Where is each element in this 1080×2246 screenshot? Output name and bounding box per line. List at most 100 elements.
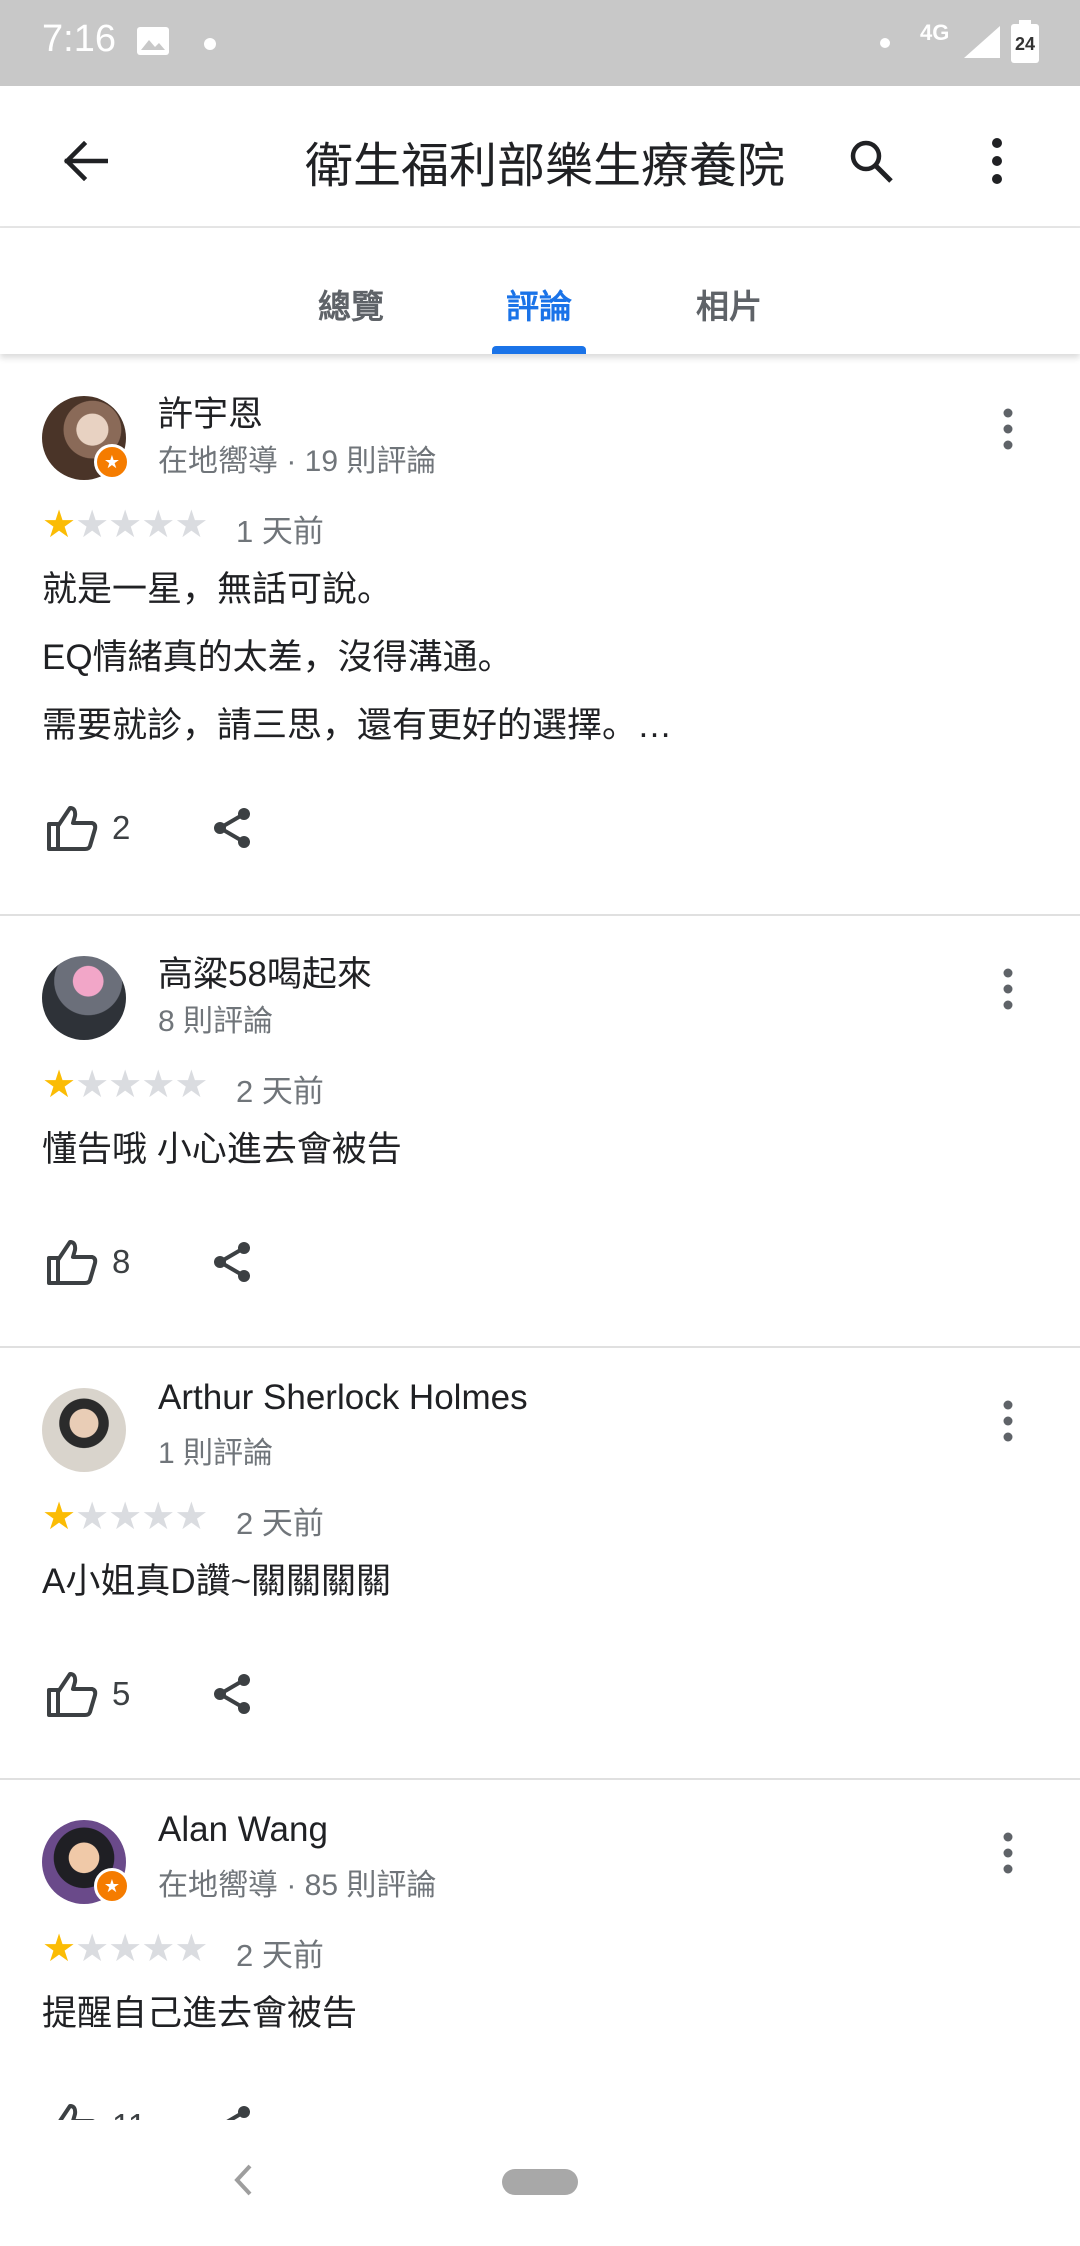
star-empty-icon: ★: [174, 504, 209, 546]
like-button[interactable]: 2: [46, 798, 130, 858]
thumb-up-icon: [49, 2104, 95, 2120]
more-vert-icon: [992, 138, 1002, 184]
reviewer-name[interactable]: Alan Wang: [158, 1810, 328, 1850]
local-guide-badge-icon: ★: [94, 1868, 130, 1904]
review-text-line: 就是一星，無話可說。: [42, 570, 393, 609]
star-empty-icon: ★: [141, 1496, 176, 1538]
review-text[interactable]: 懂告哦 小心進去會被告: [42, 1116, 402, 1184]
more-vert-icon: [1003, 1400, 1013, 1442]
tab-bar: 總覽 評論 相片: [0, 228, 1080, 354]
tab-reviews[interactable]: 評論: [506, 280, 572, 328]
review-card: ★ Alan Wang 在地嚮導 · 85 則評論 ★ ★ ★ ★ ★ 2 天前…: [0, 1780, 1080, 2120]
star-empty-icon: ★: [75, 504, 110, 546]
review-more-button[interactable]: [990, 394, 1026, 464]
star-empty-icon: ★: [141, 1064, 176, 1106]
search-button[interactable]: [836, 126, 906, 196]
star-rating: ★ ★ ★ ★ ★: [42, 504, 209, 546]
star-empty-icon: ★: [108, 1928, 143, 1970]
notification-dot: [204, 38, 216, 50]
network-type: 4G: [920, 20, 950, 45]
share-icon: [214, 1242, 250, 1282]
review-date: 2 天前: [236, 1074, 324, 1109]
tab-overview[interactable]: 總覽: [318, 280, 384, 328]
app-bar: 衛生福利部樂生療養院: [0, 86, 1080, 228]
share-icon: [214, 808, 250, 848]
thumb-up-icon: [47, 1240, 98, 1285]
battery-level: 24: [1014, 34, 1036, 54]
star-empty-icon: ★: [108, 504, 143, 546]
star-rating: ★ ★ ★ ★ ★: [42, 1928, 209, 1970]
more-vert-icon: [1003, 968, 1013, 1010]
reviewer-name[interactable]: 高粱58喝起來: [158, 946, 372, 997]
share-icon: [226, 2106, 250, 2120]
star-rating: ★ ★ ★ ★ ★: [42, 1064, 209, 1106]
reviewer-name[interactable]: Arthur Sherlock Holmes: [158, 1378, 528, 1418]
review-text-line: EQ情緒真的太差，沒得溝通。: [42, 638, 513, 677]
review-more-button[interactable]: [990, 1386, 1026, 1456]
review-card: Arthur Sherlock Holmes 1 則評論 ★ ★ ★ ★ ★ 2…: [0, 1348, 1080, 1780]
like-button[interactable]: 8: [46, 1232, 130, 1292]
active-tab-indicator: [492, 346, 586, 354]
reviewer-meta: 在地嚮導 · 85 則評論: [158, 1869, 437, 1902]
star-empty-icon: ★: [174, 1064, 209, 1106]
like-count: 5: [112, 1675, 131, 1712]
review-text-line: 需要就診，請三思，還有更好的選擇。…: [42, 706, 673, 745]
image-notification-icon: [136, 26, 170, 61]
share-icon: [214, 1674, 250, 1714]
arrow-back-icon: [63, 141, 108, 181]
star-empty-icon: ★: [75, 1496, 110, 1538]
nav-back-button[interactable]: [215, 2150, 271, 2210]
battery-icon: 24: [1010, 20, 1040, 69]
status-time: 7:16: [42, 18, 116, 60]
star-empty-icon: ★: [174, 1496, 209, 1538]
review-text-line: A小姐真D讚~關關關關: [42, 1562, 392, 1601]
tab-photos[interactable]: 相片: [696, 280, 762, 328]
star-empty-icon: ★: [108, 1496, 143, 1538]
review-text[interactable]: 就是一星，無話可說。 EQ情緒真的太差，沒得溝通。 需要就診，請三思，還有更好的…: [42, 556, 672, 760]
star-empty-icon: ★: [141, 1928, 176, 1970]
share-button[interactable]: [206, 2096, 258, 2120]
more-options-button[interactable]: [962, 126, 1032, 196]
notification-dot: [880, 38, 890, 48]
star-rating: ★ ★ ★ ★ ★: [42, 1496, 209, 1538]
like-button[interactable]: 5: [46, 1664, 130, 1724]
review-date: 2 天前: [236, 1938, 324, 1973]
back-button[interactable]: [50, 126, 120, 196]
reviewer-name[interactable]: 許宇恩: [158, 386, 263, 437]
share-button[interactable]: [206, 798, 258, 858]
star-filled-icon: ★: [42, 1064, 77, 1106]
review-card: ★ 許宇恩 在地嚮導 · 19 則評論 ★ ★ ★ ★ ★ 1 天前 就是一星，…: [0, 356, 1080, 916]
share-button[interactable]: [206, 1232, 258, 1292]
star-empty-icon: ★: [75, 1064, 110, 1106]
star-empty-icon: ★: [108, 1064, 143, 1106]
review-more-button[interactable]: [990, 954, 1026, 1024]
more-vert-icon: [1003, 1832, 1013, 1874]
review-text-line: 懂告哦 小心進去會被告: [42, 1130, 402, 1169]
star-empty-icon: ★: [75, 1928, 110, 1970]
star-empty-icon: ★: [174, 1928, 209, 1970]
thumb-up-icon: [47, 1672, 98, 1717]
avatar[interactable]: [42, 1388, 126, 1472]
search-icon: [850, 140, 893, 183]
review-text[interactable]: A小姐真D讚~關關關關: [42, 1548, 391, 1616]
review-text[interactable]: 提醒自己進去會被告: [42, 1980, 357, 2048]
star-filled-icon: ★: [42, 504, 77, 546]
review-date: 1 天前: [236, 514, 324, 549]
thumb-up-icon: [47, 806, 98, 851]
like-count: 11: [112, 2107, 146, 2120]
reviewer-meta: 8 則評論: [158, 1005, 274, 1038]
like-button[interactable]: 11: [46, 2096, 146, 2120]
star-filled-icon: ★: [42, 1496, 77, 1538]
review-more-button[interactable]: [990, 1818, 1026, 1888]
reviewer-meta: 1 則評論: [158, 1437, 274, 1470]
review-text-line: 提醒自己進去會被告: [42, 1994, 358, 2033]
page-title: 衛生福利部樂生療養院: [305, 140, 786, 193]
system-navigation-bar: [0, 2120, 1080, 2246]
avatar[interactable]: [42, 956, 126, 1040]
more-vert-icon: [1003, 408, 1013, 450]
review-date: 2 天前: [236, 1506, 324, 1541]
star-empty-icon: ★: [141, 504, 176, 546]
chevron-left-icon: [234, 2164, 252, 2196]
share-button[interactable]: [206, 1664, 258, 1724]
nav-home-pill[interactable]: [502, 2169, 578, 2195]
